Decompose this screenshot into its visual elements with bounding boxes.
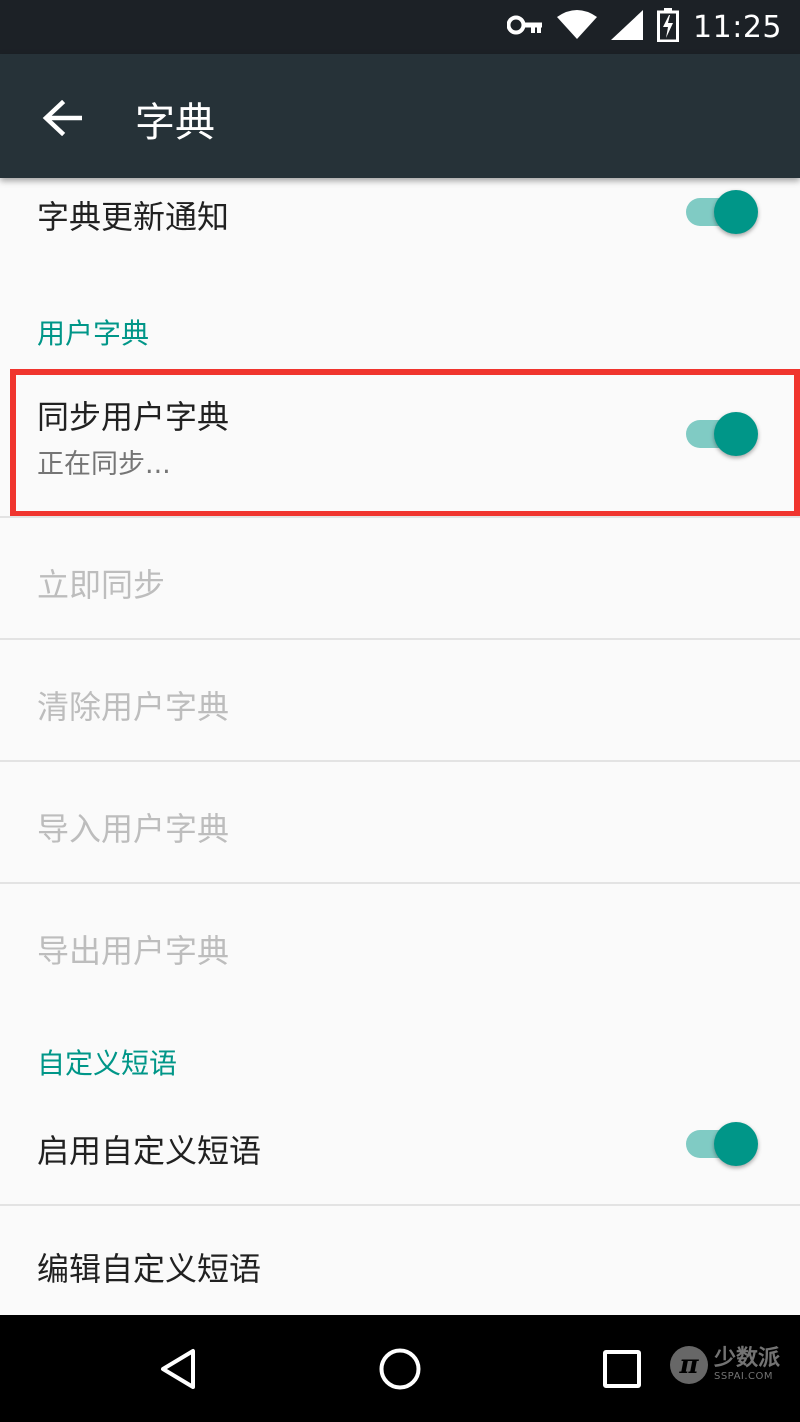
setting-sync-now[interactable]: 立即同步 bbox=[0, 518, 800, 638]
section-header-custom-phrases: 自定义短语 bbox=[37, 1047, 178, 1080]
app-bar: 字典 bbox=[0, 54, 800, 178]
nav-back-icon bbox=[161, 1349, 195, 1389]
setting-title: 导出用户字典 bbox=[37, 932, 230, 970]
highlight-box bbox=[10, 369, 800, 517]
watermark-logo: π bbox=[669, 1346, 708, 1384]
back-button[interactable] bbox=[30, 86, 94, 150]
status-icons: 11:25 bbox=[506, 8, 782, 46]
arrow-back-icon bbox=[42, 100, 82, 136]
switch-thumb bbox=[714, 1122, 758, 1166]
setting-title: 启用自定义短语 bbox=[37, 1132, 262, 1170]
watermark-site: SSPAI.COM bbox=[713, 1371, 774, 1382]
setting-title: 字典更新通知 bbox=[37, 198, 230, 236]
battery-charging-icon bbox=[657, 8, 680, 46]
nav-recents-icon bbox=[603, 1350, 641, 1388]
switch-thumb bbox=[714, 190, 758, 234]
watermark-text: 少数派 SSPAI.COM bbox=[714, 1347, 780, 1383]
setting-title: 立即同步 bbox=[37, 566, 166, 604]
setting-enable-custom-phrases[interactable]: 启用自定义短语 bbox=[0, 1084, 800, 1204]
cellular-signal-icon bbox=[611, 10, 644, 44]
setting-export-user-dictionary[interactable]: 导出用户字典 bbox=[0, 884, 800, 1004]
setting-title: 清除用户字典 bbox=[37, 688, 230, 726]
page-title: 字典 bbox=[135, 100, 215, 146]
watermark: π 少数派 SSPAI.COM bbox=[669, 1346, 780, 1384]
vpn-key-icon bbox=[506, 14, 543, 40]
watermark-name: 少数派 bbox=[713, 1346, 780, 1371]
setting-title: 编辑自定义短语 bbox=[37, 1250, 262, 1288]
nav-home-icon bbox=[379, 1348, 421, 1390]
status-bar: 11:25 bbox=[0, 0, 800, 54]
setting-edit-custom-phrases[interactable]: 编辑自定义短语 bbox=[0, 1206, 800, 1315]
setting-clear-user-dictionary[interactable]: 清除用户字典 bbox=[0, 640, 800, 760]
nav-home-button[interactable] bbox=[370, 1339, 430, 1399]
status-time: 11:25 bbox=[693, 9, 782, 45]
section-header-user-dictionary: 用户字典 bbox=[37, 317, 150, 350]
enable-custom-phrases-switch[interactable] bbox=[686, 1122, 758, 1166]
update-notification-switch[interactable] bbox=[686, 190, 758, 234]
setting-import-user-dictionary[interactable]: 导入用户字典 bbox=[0, 762, 800, 882]
nav-recents-button[interactable] bbox=[592, 1339, 652, 1399]
setting-title: 导入用户字典 bbox=[37, 810, 230, 848]
wifi-icon bbox=[557, 10, 598, 44]
nav-back-button[interactable] bbox=[148, 1339, 208, 1399]
setting-update-notification[interactable]: 字典更新通知 bbox=[0, 178, 800, 266]
settings-list: 字典更新通知 用户字典 同步用户字典 正在同步... 立即同步 清除用户字典 导… bbox=[0, 178, 800, 1315]
